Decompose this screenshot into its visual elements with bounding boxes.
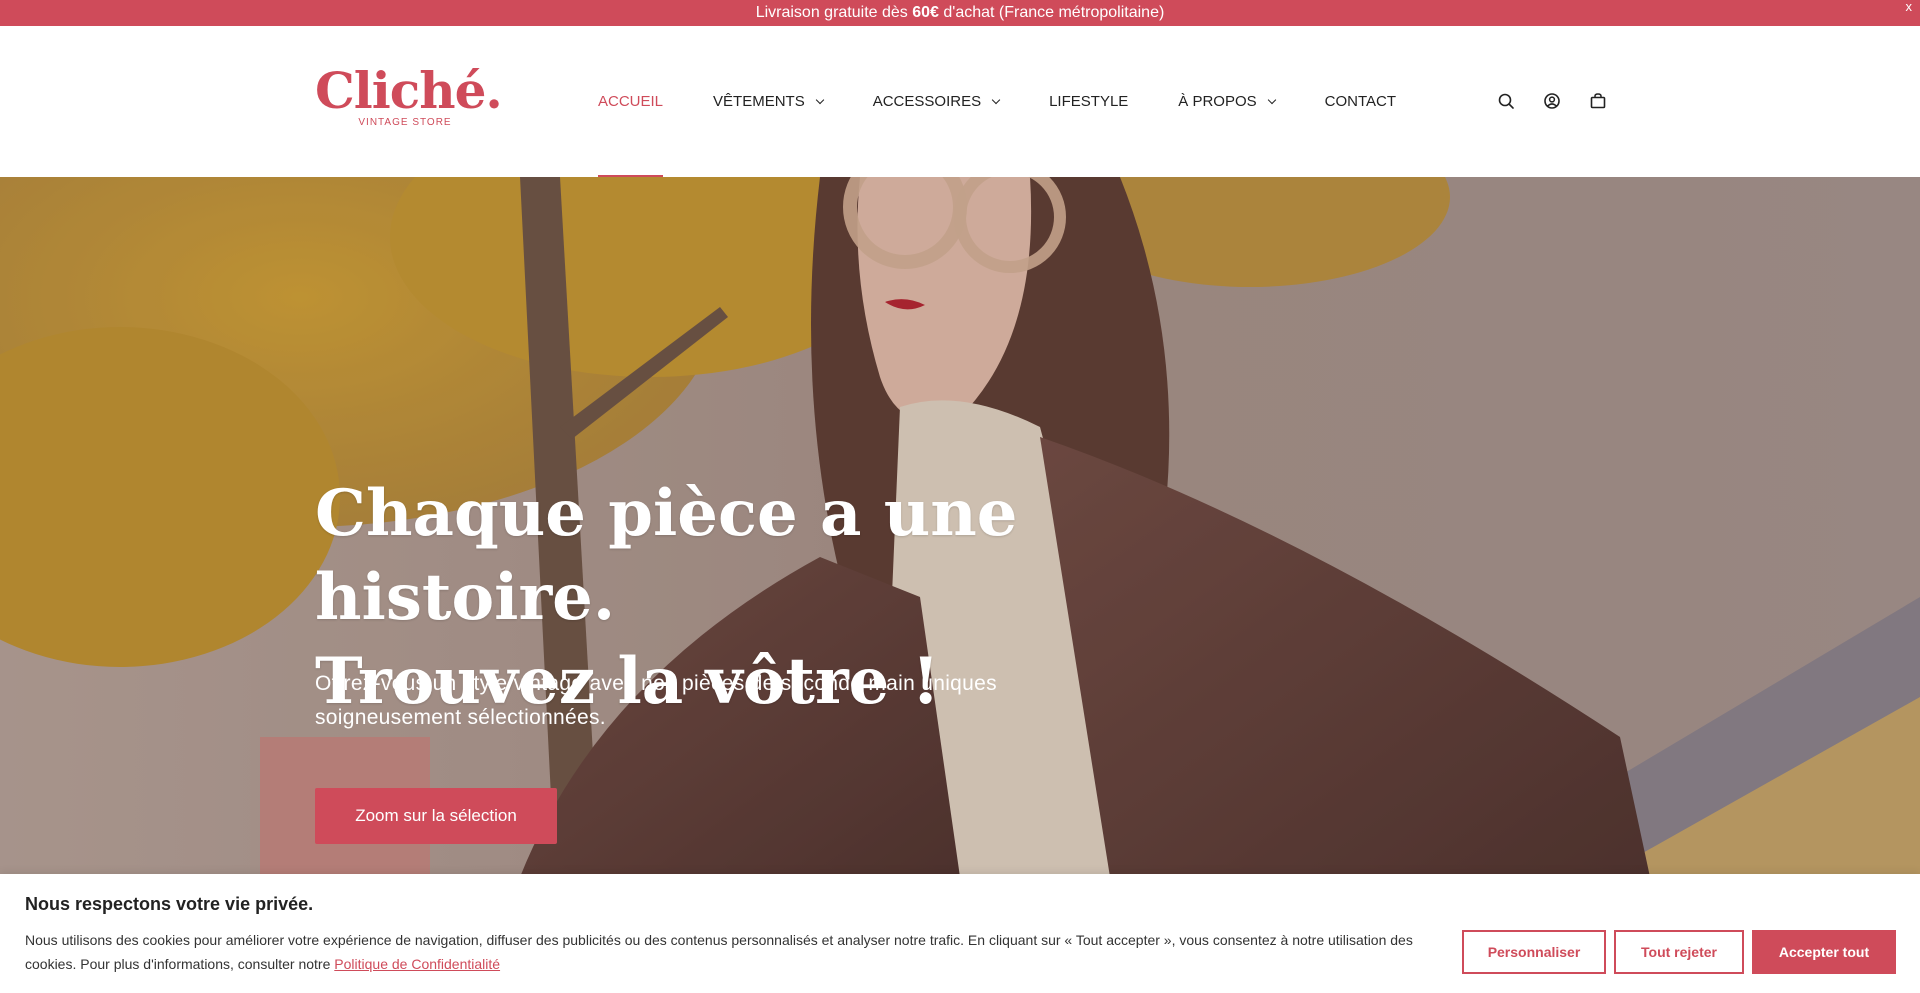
nav-item-lifestyle[interactable]: LIFESTYLE	[1049, 26, 1128, 177]
header-actions	[1497, 92, 1607, 110]
nav-item-label: ACCUEIL	[598, 93, 664, 110]
accept-all-button[interactable]: Accepter tout	[1752, 930, 1896, 974]
nav-item-label: VÊTEMENTS	[713, 93, 805, 110]
cookie-text: Nous utilisons des cookies pour améliore…	[25, 928, 1425, 976]
customize-button[interactable]: Personnaliser	[1462, 930, 1606, 974]
nav-item-accessoires[interactable]: ACCESSOIRES	[872, 26, 1001, 177]
announcement-bar: Livraison gratuite dès 60€ d'achat (Fran…	[0, 0, 1920, 26]
hero-banner: Chaque pièce a une histoire. Trouvez la …	[0, 177, 1920, 877]
nav-item-accueil[interactable]: ACCUEIL	[598, 26, 664, 177]
hero-subtitle: Offrez-vous un style vintage avec nos pi…	[315, 672, 997, 729]
search-icon[interactable]	[1497, 92, 1515, 110]
nav-item-a-propos[interactable]: À PROPOS	[1178, 26, 1276, 177]
cookie-description: Nous utilisons des cookies pour améliore…	[25, 932, 1413, 972]
nav-item-label: CONTACT	[1324, 93, 1397, 110]
site-header: Cliché. VINTAGE STORE ACCUEIL VÊTEMENTS …	[0, 26, 1920, 177]
announcement-suffix: d'achat (France métropolitaine)	[938, 4, 1165, 21]
brand-logo[interactable]: Cliché. VINTAGE STORE	[315, 61, 503, 129]
announcement-close-button[interactable]: x	[1906, 0, 1913, 14]
privacy-policy-link[interactable]: Politique de Confidentialité	[334, 956, 500, 972]
cookie-title: Nous respectons votre vie privée.	[25, 894, 314, 914]
chevron-down-icon	[991, 95, 1001, 104]
nav-item-vetements[interactable]: VÊTEMENTS	[713, 26, 824, 177]
announcement-amount: 60€	[912, 4, 939, 21]
brand-name: Cliché.	[315, 61, 503, 120]
hero-cta-button[interactable]: Zoom sur la sélection	[315, 788, 557, 844]
main-nav: ACCUEIL VÊTEMENTS ACCESSOIRES LIFESTYLE …	[598, 26, 1446, 177]
nav-item-label: À PROPOS	[1178, 93, 1257, 110]
nav-item-label: ACCESSOIRES	[872, 93, 982, 110]
announcement-text: Livraison gratuite dès 60€ d'achat (Fran…	[756, 4, 1165, 22]
announcement-prefix: Livraison gratuite dès	[755, 4, 913, 21]
nav-item-label: LIFESTYLE	[1049, 93, 1129, 110]
cookie-banner: Nous respectons votre vie privée. Nous u…	[0, 874, 1920, 993]
cart-icon[interactable]	[1589, 92, 1607, 110]
chevron-down-icon	[1267, 95, 1276, 104]
hero-title-line-1: Chaque pièce a une histoire.	[315, 476, 1018, 635]
nav-item-contact[interactable]: CONTACT	[1325, 26, 1396, 177]
reject-all-button[interactable]: Tout rejeter	[1614, 930, 1744, 974]
chevron-down-icon	[815, 95, 824, 104]
account-icon[interactable]	[1543, 92, 1561, 110]
